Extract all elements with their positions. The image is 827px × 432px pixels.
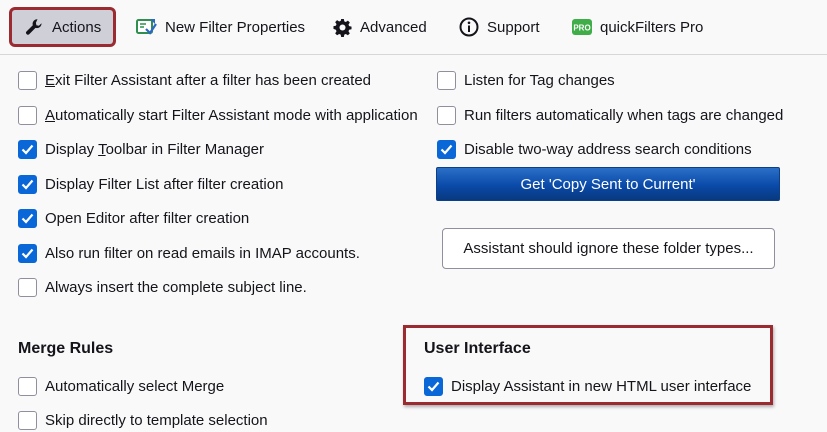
- tab-actions[interactable]: Actions: [12, 10, 114, 44]
- option-exit-assistant[interactable]: Exit Filter Assistant after a filter has…: [18, 68, 371, 92]
- option-display-toolbar[interactable]: Display Toolbar in Filter Manager: [18, 137, 264, 161]
- option-insert-subject[interactable]: Always insert the complete subject line.: [18, 275, 307, 299]
- option-run-imap[interactable]: Also run filter on read emails in IMAP a…: [18, 241, 360, 265]
- gear-icon: [333, 18, 352, 37]
- checkbox[interactable]: [18, 410, 37, 430]
- option-label: Exit Filter Assistant after a filter has…: [45, 71, 371, 89]
- option-label: Display Filter List after filter creatio…: [45, 175, 284, 193]
- option-listen-tags[interactable]: Listen for Tag changes: [437, 68, 615, 92]
- option-label: Automatically start Filter Assistant mod…: [45, 106, 418, 124]
- option-html-ui[interactable]: Display Assistant in new HTML user inter…: [424, 374, 751, 398]
- checkbox-checked[interactable]: [18, 243, 37, 263]
- tab-label: Support: [487, 18, 540, 36]
- info-icon: [459, 17, 479, 37]
- tab-advanced[interactable]: Advanced: [333, 10, 427, 44]
- pro-badge-icon: PRO: [572, 19, 592, 35]
- tab-label: New Filter Properties: [165, 18, 306, 36]
- checkbox[interactable]: [437, 70, 456, 90]
- option-open-editor[interactable]: Open Editor after filter creation: [18, 206, 249, 230]
- merge-rules-heading: Merge Rules: [18, 340, 114, 357]
- option-label: Automatically select Merge: [45, 377, 225, 395]
- option-display-filter-list[interactable]: Display Filter List after filter creatio…: [18, 172, 283, 196]
- user-interface-heading: User Interface: [424, 340, 531, 357]
- checkbox[interactable]: [18, 105, 37, 125]
- option-auto-merge[interactable]: Automatically select Merge: [18, 374, 224, 398]
- tab-label: Advanced: [360, 18, 427, 36]
- tab-support[interactable]: Support: [459, 10, 540, 44]
- tab-label: quickFilters Pro: [600, 18, 704, 36]
- checkmark-icon: [21, 144, 34, 155]
- option-run-on-tags[interactable]: Run filters automatically when tags are …: [437, 103, 783, 127]
- option-label: Display Assistant in new HTML user inter…: [451, 377, 752, 395]
- tab-quickfilters-pro[interactable]: PRO quickFilters Pro: [572, 10, 703, 44]
- option-label: Also run filter on read emails in IMAP a…: [45, 244, 360, 262]
- tab-new-filter-properties[interactable]: New Filter Properties: [136, 10, 305, 44]
- option-skip-template[interactable]: Skip directly to template selection: [18, 408, 268, 432]
- checkbox-checked[interactable]: [437, 139, 456, 159]
- checkmark-icon: [21, 179, 34, 190]
- wrench-icon: [26, 19, 42, 35]
- tab-label: Actions: [52, 18, 102, 36]
- option-disable-two-way[interactable]: Disable two-way address search condition…: [437, 137, 752, 161]
- option-label: Open Editor after filter creation: [45, 209, 250, 227]
- pro-badge-text: PRO: [573, 24, 590, 33]
- tab-bar: Actions New Filter Properties Advanced S…: [0, 0, 827, 54]
- option-label: Listen for Tag changes: [464, 71, 615, 89]
- option-label: Always insert the complete subject line.: [45, 278, 307, 296]
- option-label: Skip directly to template selection: [45, 411, 268, 429]
- checkmark-icon: [21, 213, 34, 224]
- checkbox-checked[interactable]: [18, 139, 37, 159]
- checkbox[interactable]: [437, 105, 456, 125]
- option-label: Run filters automatically when tags are …: [464, 106, 784, 124]
- option-label: Disable two-way address search condition…: [464, 140, 752, 158]
- checkbox-checked[interactable]: [18, 174, 37, 194]
- checkbox[interactable]: [18, 70, 37, 90]
- filter-properties-icon: [136, 19, 157, 35]
- copy-sent-button[interactable]: Get 'Copy Sent to Current': [436, 167, 780, 201]
- checkmark-icon: [440, 144, 453, 155]
- checkbox-checked[interactable]: [18, 208, 37, 228]
- checkbox[interactable]: [18, 376, 37, 396]
- checkmark-icon: [21, 248, 34, 259]
- option-auto-start[interactable]: Automatically start Filter Assistant mod…: [18, 103, 418, 127]
- ignore-folders-button[interactable]: Assistant should ignore these folder typ…: [442, 228, 775, 269]
- option-label: Display Toolbar in Filter Manager: [45, 140, 265, 158]
- checkmark-icon: [427, 381, 440, 392]
- checkbox[interactable]: [18, 277, 37, 297]
- tab-divider: [0, 54, 827, 55]
- checkbox-checked[interactable]: [424, 376, 443, 396]
